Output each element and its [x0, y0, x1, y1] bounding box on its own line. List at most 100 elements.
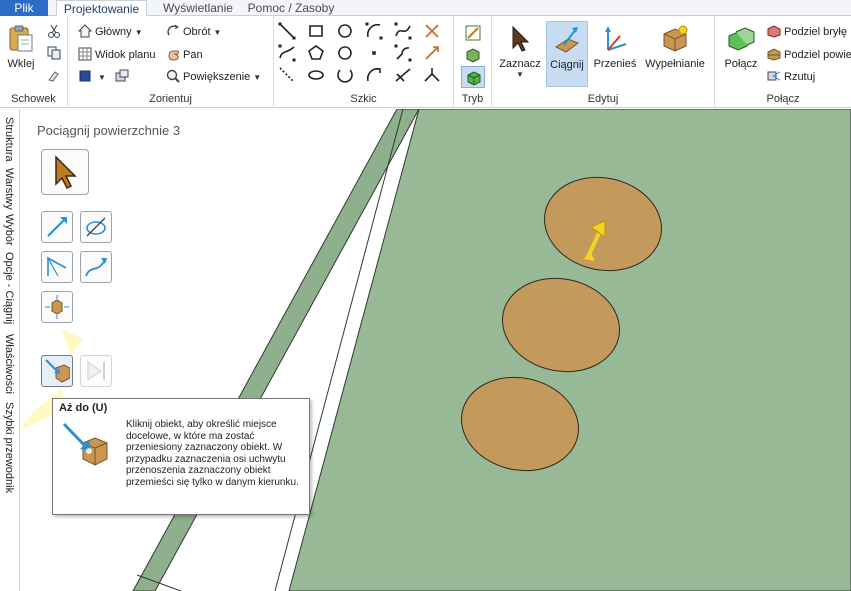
tooltip-title: Aż do (U)	[59, 402, 108, 414]
plan-view-button[interactable]: Widok planu	[78, 45, 156, 65]
tab-display[interactable]: Wyświetlanie	[158, 0, 238, 16]
ribbon: Wklej Schowek Główny ▼ Obrót ▼ Widok planu…	[0, 16, 851, 108]
tool-revolve[interactable]	[80, 211, 112, 243]
plan-view-icon	[78, 47, 92, 61]
fill-label: Wypełnianie	[645, 58, 705, 70]
tab-design[interactable]: Projektowanie	[56, 0, 147, 17]
group-sketch: Szkic	[274, 16, 454, 108]
format-painter-icon[interactable]	[47, 68, 61, 82]
select-label: Zaznacz	[499, 58, 541, 70]
tool-draft[interactable]	[80, 251, 112, 283]
construction-line-icon[interactable]	[279, 67, 295, 83]
tab-help[interactable]: Pomoc / Zasoby	[247, 0, 335, 16]
select-arrow-icon	[512, 25, 530, 52]
move-button[interactable]: Przenieś	[592, 24, 638, 70]
pan-button[interactable]: Pan	[166, 45, 203, 65]
zoom-button[interactable]: Powiększenie ▼	[166, 67, 261, 87]
spline-icon[interactable]	[394, 22, 412, 40]
zoom-label: Powiększenie	[183, 71, 251, 83]
view-cube-icon	[79, 70, 91, 82]
home-button[interactable]: Główny ▼	[78, 22, 143, 42]
side-tab-properties[interactable]: Właściwości	[3, 334, 15, 394]
tangent-line-icon[interactable]	[278, 44, 296, 62]
split-face-label: Podziel powie	[784, 49, 851, 61]
select-button[interactable]: Zaznacz ▼	[498, 24, 542, 79]
combine-label: Połącz	[724, 58, 758, 70]
project-button[interactable]: Rzutuj	[767, 67, 815, 87]
pull-direction-icon	[47, 217, 67, 237]
rotate-icon	[167, 24, 179, 36]
plan-view-label: Widok planu	[95, 49, 156, 61]
side-tab-quick-guide[interactable]: Szybki przewodnik	[3, 402, 15, 493]
point-icon[interactable]	[372, 51, 376, 55]
copy-icon[interactable]	[47, 46, 61, 60]
tool-select[interactable]	[41, 149, 89, 195]
select-dropdown-caret[interactable]: ▼	[498, 70, 542, 79]
tool-complete[interactable]	[80, 355, 112, 387]
tool-up-to[interactable]	[41, 355, 73, 387]
tab-file[interactable]: Plik	[0, 0, 48, 16]
paste-icon	[9, 25, 33, 52]
tool-blend[interactable]	[41, 291, 73, 323]
side-tab-layers[interactable]: Warstwy	[3, 168, 15, 210]
sweep-icon	[47, 256, 67, 277]
combine-icon	[728, 27, 755, 51]
view-cube-button[interactable]: ▼	[78, 67, 132, 87]
bend-icon[interactable]	[425, 46, 439, 60]
pull-icon	[555, 27, 580, 53]
view-title: Pociągnij powierzchnie 3	[37, 123, 181, 138]
pull-button[interactable]: Ciągnij	[546, 21, 588, 87]
group-sketch-label: Szkic	[350, 93, 377, 105]
split-body-button[interactable]: Podziel bryłę	[767, 22, 847, 42]
group-intersect-label: Połącz	[766, 93, 800, 105]
pan-label: Pan	[183, 49, 203, 61]
3d-viewport[interactable]: Pociągnij powierzchnie 3	[21, 109, 851, 591]
fill-button[interactable]: Wypełnianie	[642, 24, 708, 70]
polygon-icon[interactable]	[308, 45, 324, 60]
group-clipboard-label: Schowek	[11, 93, 56, 105]
zoom-icon	[166, 69, 180, 83]
3d-mode-icon	[467, 71, 481, 86]
offset-icon[interactable]	[337, 69, 353, 83]
split-body-icon	[767, 25, 781, 38]
3d-scene	[21, 109, 851, 591]
project-label: Rzutuj	[784, 71, 816, 83]
rotate-button[interactable]: Obrót ▼	[166, 22, 221, 42]
side-tab-selection[interactable]: Wybór	[3, 214, 15, 246]
fill-icon	[663, 25, 688, 52]
arc-icon[interactable]	[365, 22, 383, 40]
split-face-icon	[767, 48, 781, 61]
sketch-tools	[278, 22, 440, 83]
drag-hint-glow-2	[61, 329, 83, 354]
three-point-circle-icon[interactable]	[338, 46, 352, 60]
cut-icon[interactable]	[47, 24, 61, 38]
project-curve-icon[interactable]	[424, 68, 440, 82]
paste-button[interactable]: Wklej	[4, 24, 38, 70]
group-edit: Zaznacz ▼ Ciągnij Przenieś Wypełnianie E…	[492, 16, 715, 108]
home-label: Główny	[95, 26, 132, 38]
split-face-button[interactable]: Podziel powie	[767, 45, 851, 65]
group-edit-label: Edytuj	[587, 93, 619, 105]
side-tab-structure[interactable]: Struktura	[3, 117, 15, 162]
tool-pull-direction[interactable]	[41, 211, 73, 243]
tooltip-body: Kliknij obiekt, aby określić miejsce doc…	[126, 419, 299, 488]
circle-icon[interactable]	[338, 24, 352, 38]
tool-sweep[interactable]	[41, 251, 73, 283]
side-tab-options-pull[interactable]: Opcje - Ciągnij	[3, 252, 15, 324]
move-label: Przenieś	[593, 58, 637, 70]
sketch-mode-icon[interactable]	[464, 24, 482, 42]
ellipse-icon[interactable]	[308, 70, 324, 80]
tangent-arc-icon[interactable]	[394, 44, 412, 62]
line-icon[interactable]	[278, 22, 296, 40]
face-curve-icon[interactable]	[395, 68, 411, 82]
combine-button[interactable]: Połącz	[721, 24, 761, 70]
project-icon	[767, 71, 781, 81]
rectangle-icon[interactable]	[309, 25, 323, 37]
section-mode-icon[interactable]	[464, 46, 482, 64]
sweep-arc-icon[interactable]	[366, 67, 381, 82]
tooltip: Aż do (U) Kliknij obiekt, aby określić m…	[52, 398, 310, 515]
3d-mode-button[interactable]	[461, 66, 485, 88]
side-panel-tabs: Struktura Warstwy Wybór Opcje - Ciągnij …	[0, 109, 20, 591]
trim-icon[interactable]	[425, 24, 439, 38]
pan-hand-icon	[168, 50, 179, 61]
